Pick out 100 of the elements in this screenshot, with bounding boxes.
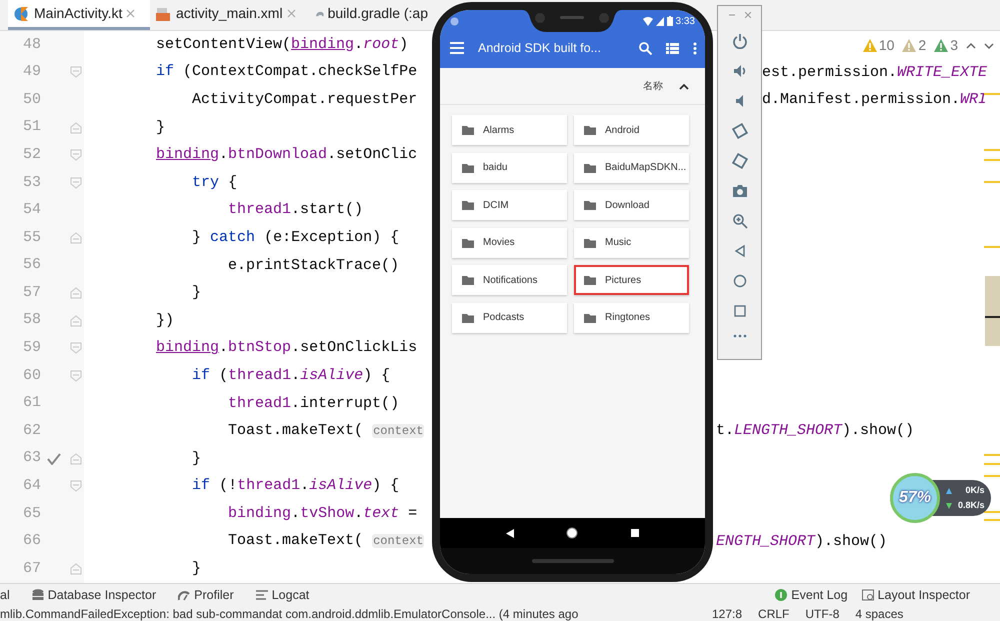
line-number: 57 [22,282,41,303]
next-icon[interactable] [984,42,994,50]
folder-card[interactable]: DCIM [452,190,567,220]
folder-icon [584,200,596,210]
recents-icon[interactable] [630,529,639,537]
notification-badge-icon [775,589,788,601]
code-line: binding.tvShow.text = [227,504,418,524]
folder-icon [462,162,474,173]
upload-speed: 0K/s [966,484,985,497]
code-line: t.LENGTH_SHORT).show() [716,421,914,442]
line-number: 51 [22,117,41,138]
chevron-up-icon[interactable] [679,82,689,90]
code-line: } [191,283,202,304]
warning-count[interactable]: 2 [918,35,926,56]
code-line: if (!thread1.isAlive) { [191,476,400,496]
layout-file-icon [156,6,172,22]
folder-icon [462,200,474,210]
folder-card[interactable]: Notifications [452,265,567,296]
line-number: 52 [22,144,41,165]
code-line: e.printStackTrace() [227,256,400,276]
code-line: thread1.interrupt() [227,394,400,414]
line-number: 61 [22,393,41,414]
code-line: } [191,448,202,469]
code-line: } [191,559,202,580]
status-item[interactable]: 4 spaces [855,606,904,620]
folder-card[interactable]: Ringtones [574,302,689,333]
lines-icon [256,589,268,601]
warning-count[interactable]: 10 [878,35,894,56]
notification-dot-icon [450,16,459,26]
folder-card[interactable]: Podcasts [452,302,567,333]
zoom-icon[interactable] [732,213,748,229]
editor-tab[interactable]: MainActivity.kt [8,0,150,30]
status-message: mlib.CommandFailedException: bad sub-commandat com.android.ddmlib.EmulatorConsole... (4 minutes ago [0,606,580,620]
tool-window-button[interactable]: Logcat [256,586,310,604]
more-icon[interactable] [732,333,748,339]
code-line: setContentView(binding.root) [155,34,408,55]
folder-card[interactable]: BaiduMapSDKN... [574,152,689,183]
folder-icon [462,238,474,248]
close-icon[interactable] [126,9,136,18]
status-item[interactable]: CRLF [758,606,790,620]
status-item[interactable]: 127:8 [712,606,742,620]
warning-icon[interactable] [934,39,948,52]
line-number: 49 [22,62,41,82]
line-number: 53 [22,172,41,193]
folder-card[interactable]: Alarms [452,115,567,145]
editor-tab[interactable]: activity_main.xml [150,0,310,30]
code-line: Toast.makeText( context [227,421,424,442]
usage-percent: 57% [898,488,932,508]
code-line: } catch (e:Exception) { [191,228,400,248]
menu-icon[interactable] [450,42,464,54]
tool-window-button[interactable]: Event Log [775,586,848,604]
rotate-left-icon[interactable] [732,123,748,139]
overview-icon[interactable] [732,303,748,319]
search-icon[interactable] [639,42,652,54]
code-line: est.permission.WRITE_EXTE [762,62,988,83]
camera-icon[interactable] [732,183,748,199]
back-icon[interactable] [506,528,514,538]
warning-count[interactable]: 3 [950,35,958,56]
minimize-icon[interactable] [728,12,734,18]
folder-icon [462,125,474,135]
more-icon[interactable] [693,42,697,54]
line-number: 50 [22,90,41,110]
status-item[interactable]: UTF-8 [805,606,840,620]
editor-tab[interactable]: build.gradle (:ap [310,0,434,30]
line-number: 63 [22,448,41,468]
clock-time: 3:33 [676,14,695,28]
folder-icon [584,238,596,248]
elephant-icon [316,10,324,18]
rotate-right-icon[interactable] [732,153,748,169]
line-number: 54 [22,200,41,220]
folder-icon [584,162,596,173]
volume-up-icon[interactable] [732,63,748,79]
tool-window-button[interactable]: Layout Inspector [862,586,970,604]
folder-icon [584,312,596,323]
code-line: try { [191,172,238,193]
line-number: 64 [22,476,41,496]
line-number: 62 [22,420,41,441]
code-line: Toast.makeText( context [227,531,424,552]
sort-label[interactable]: 名称 [643,78,663,94]
folder-card[interactable]: Music [574,228,689,258]
home-indicator-icon [532,559,614,563]
folder-card[interactable]: Android [574,115,689,145]
folder-card[interactable]: Movies [452,228,567,258]
download-speed: 0.8K/s [958,499,985,512]
code-line: if (ContextCompat.checkSelfPe [155,62,418,82]
close-icon[interactable] [744,12,750,18]
code-line: ActivityCompat.requestPer [191,90,418,110]
folder-card[interactable]: Pictures [574,265,689,296]
list-view-icon[interactable] [666,42,679,54]
tool-window-button[interactable]: Profiler [178,586,234,604]
home-icon[interactable] [566,527,578,539]
tool-window-button[interactable]: al [0,586,10,604]
previous-icon[interactable] [966,42,976,50]
code-line: binding.btnStop.setOnClickLis [155,338,418,358]
folder-card[interactable]: Download [574,190,689,220]
tool-window-button[interactable]: Database Inspector [32,586,156,604]
folder-card[interactable]: baidu [452,152,567,183]
line-number: 48 [22,34,41,55]
power-icon[interactable] [732,33,748,49]
code-line: if (thread1.isAlive) { [191,366,390,386]
